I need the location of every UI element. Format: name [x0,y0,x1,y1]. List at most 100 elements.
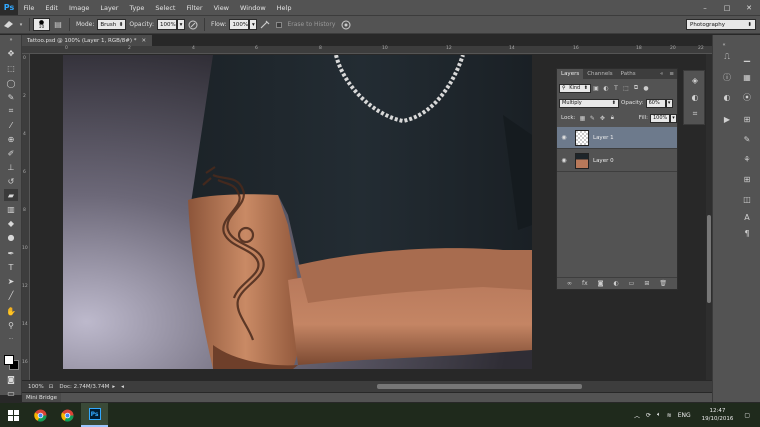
marquee-tool-icon[interactable]: ⬚ [4,62,18,74]
sync-icon[interactable]: ⟳ [646,412,651,419]
new-group-icon[interactable]: ▭ [629,280,635,287]
chevron-up-icon[interactable]: ︿ [634,411,640,420]
lock-all-icon[interactable]: 🔒︎ [608,114,616,122]
filter-type-icon[interactable]: T [612,84,620,92]
fill-input[interactable]: 100% [650,113,670,123]
layer-style-icon[interactable]: fx [582,280,588,287]
clone-source-icon[interactable]: ⊞ [741,173,753,185]
layer-opacity-input[interactable]: 60% [645,98,666,108]
opacity-dropdown[interactable]: ▾ [177,19,186,30]
shape-tool-icon[interactable]: ╱ [4,289,18,301]
filter-adjustment-icon[interactable]: ◐ [602,84,610,92]
menu-edit[interactable]: Edit [40,4,64,12]
foreground-color-swatch[interactable] [4,355,14,365]
properties-panel-icon[interactable]: ⌗ [689,108,701,120]
layer-opacity-dropdown[interactable]: ▾ [665,98,673,108]
eye-icon[interactable]: ◉ [557,154,571,168]
chrome-icon[interactable] [54,403,81,427]
scroll-left-arrow-icon[interactable]: ◂ [121,384,124,390]
menu-window[interactable]: Window [235,4,272,12]
actions-panel-icon[interactable]: ▶ [721,113,733,125]
flow-dropdown[interactable]: ▾ [249,19,258,30]
adjustments-panel-icon[interactable]: ◐ [689,91,701,103]
lock-position-icon[interactable]: ✥ [598,114,606,122]
volume-icon[interactable]: 🔈︎ [657,411,661,419]
horizontal-scrollbar-thumb[interactable] [377,384,582,389]
move-tool-icon[interactable]: ✥ [4,47,18,59]
eraser-tool-preset-icon[interactable] [2,19,14,31]
panel-menu-icon[interactable]: ≡ [666,69,677,79]
layer-filter-select[interactable]: ⚲ Kind ⬍ [559,83,591,93]
brush-tool-icon[interactable]: ✐ [4,147,18,159]
pressure-opacity-icon[interactable] [187,19,199,31]
menu-file[interactable]: File [18,4,40,12]
flow-input[interactable]: 100% [229,19,250,30]
crop-tool-icon[interactable]: ⌗ [4,105,18,117]
workspace-select[interactable]: Photography ⬍ [686,19,756,30]
zoom-level[interactable]: 100% [28,384,44,390]
clock[interactable]: 12:47 19/10/2016 [702,407,734,423]
healing-brush-tool-icon[interactable]: ⊕ [4,133,18,145]
photoshop-taskbar-icon[interactable]: Ps [81,403,108,427]
panel-close-icon[interactable]: « [657,69,666,79]
windows-start-icon[interactable] [0,403,27,427]
maximize-button[interactable]: □ [716,0,738,15]
language-indicator[interactable]: ENG [678,412,691,419]
document-canvas-image[interactable] [63,55,532,369]
tab-layers[interactable]: Layers [557,69,584,79]
chevron-down-icon[interactable]: ▾ [18,19,24,31]
screen-mode-icon[interactable]: ▭ [4,387,18,399]
menu-layer[interactable]: Layer [95,4,124,12]
history-brush-tool-icon[interactable]: ↺ [4,175,18,187]
opacity-input[interactable]: 100% [157,19,178,30]
styles-panel-icon[interactable]: ⊞ [741,113,753,125]
mini-bridge-tab[interactable]: Mini Bridge [22,393,61,402]
edit-toolbar-icon[interactable]: ⋯ [4,333,18,345]
filter-toggle-icon[interactable]: ● [642,84,650,92]
swatches-panel-icon[interactable]: ◐ [721,91,733,103]
info-panel-icon[interactable]: ⓘ [721,71,733,83]
tab-paths[interactable]: Paths [617,69,640,79]
zoom-tool-icon[interactable]: ⚲ [4,319,18,331]
brush-panel-icon[interactable]: ▤ [52,19,64,31]
menu-image[interactable]: Image [63,4,94,12]
vertical-scrollbar-thumb[interactable] [707,215,711,303]
menu-filter[interactable]: Filter [181,4,208,12]
layer-row-layer-1[interactable]: ◉ Layer 1 [557,127,677,149]
eye-icon[interactable]: ◉ [557,131,571,145]
lasso-tool-icon[interactable]: ◯ [4,77,18,89]
adjustment-layer-icon[interactable]: ◐ [613,280,618,287]
airbrush-icon[interactable] [259,19,271,31]
link-layers-icon[interactable]: ∞ [567,280,572,287]
tab-channels[interactable]: Channels [583,69,616,79]
tool-presets-icon[interactable]: ◫ [741,193,753,205]
pen-tool-icon[interactable]: ✒ [4,247,18,259]
color-panel-icon[interactable]: ▦ [741,71,753,83]
filter-pixel-icon[interactable]: ▣ [592,84,600,92]
notifications-icon[interactable]: ▢ [744,412,750,419]
brush-presets-icon[interactable]: ✎ [741,133,753,145]
eyedropper-tool-icon[interactable]: ⁄ [4,119,18,131]
fill-dropdown[interactable]: ▾ [670,113,677,123]
layer-name[interactable]: Layer 1 [593,135,614,141]
erase-history-checkbox[interactable] [275,19,282,31]
gradient-tool-icon[interactable]: ▥ [4,203,18,215]
close-button[interactable]: ✕ [738,0,760,15]
menu-help[interactable]: Help [271,4,297,12]
type-tool-icon[interactable]: T [4,261,18,273]
chrome-icon[interactable] [27,403,54,427]
mode-select[interactable]: Brush ⬍ [97,19,127,30]
clone-stamp-tool-icon[interactable]: ⊥ [4,161,18,173]
lock-pixels-icon[interactable]: ✎ [588,114,596,122]
menu-type[interactable]: Type [124,4,150,12]
dodge-tool-icon[interactable]: ● [4,231,18,243]
navigator-panel-icon[interactable]: ⦿ [741,91,753,103]
layers-panel-icon[interactable]: ◈ [689,74,701,86]
dock-collapse-icon[interactable]: « [718,39,730,51]
hand-tool-icon[interactable]: ✋ [4,305,18,317]
toolbox-grip-icon[interactable]: » [4,37,18,43]
character-panel-icon[interactable]: A [741,211,753,223]
quick-select-tool-icon[interactable]: ✎ [4,91,18,103]
menu-view[interactable]: View [208,4,234,12]
quick-mask-icon[interactable]: ◙ [4,373,18,385]
